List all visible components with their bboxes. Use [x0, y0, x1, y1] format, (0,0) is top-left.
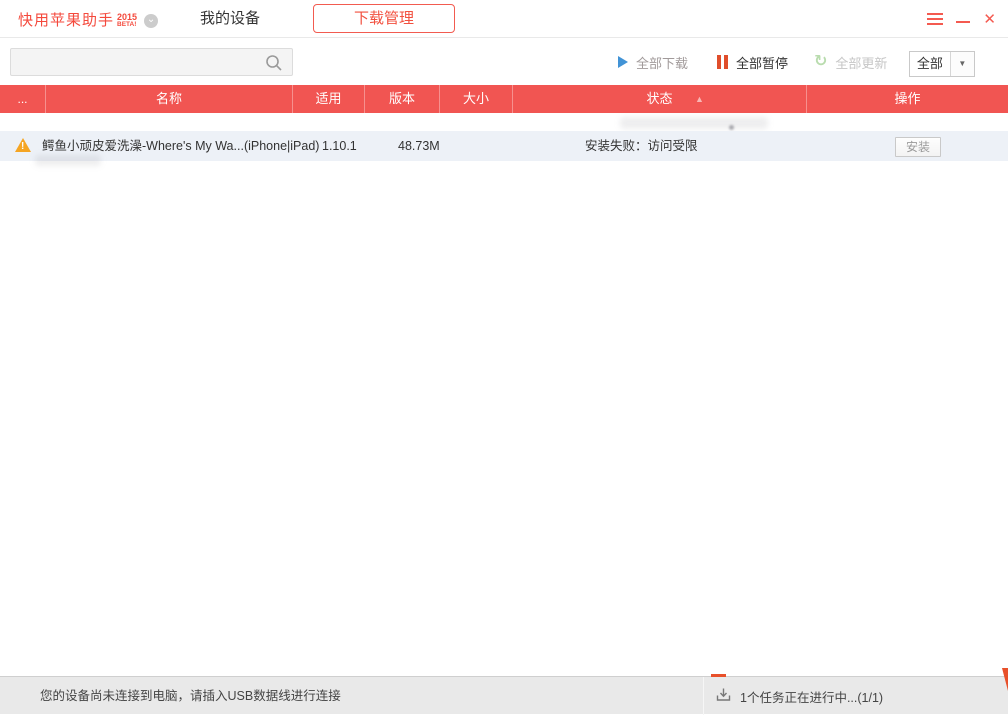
statusbar-divider	[703, 677, 704, 715]
column-header-platform[interactable]: 适用	[293, 85, 365, 113]
download-all-button[interactable]: 全部下载	[618, 39, 688, 85]
warning-icon: !	[15, 138, 31, 152]
app-platform-text: (iPhone|iPad)	[243, 139, 320, 153]
install-button[interactable]: 安装	[895, 137, 941, 157]
sort-ascending-icon[interactable]: ▲	[695, 85, 704, 113]
device-status-message: 您的设备尚未连接到电脑，请插入USB数据线进行连接	[40, 689, 341, 703]
row-status: 安装失败：访问受限	[585, 139, 698, 153]
task-status[interactable]: 1个任务正在进行中...(1/1)	[716, 677, 883, 715]
pause-all-button[interactable]: 全部暂停	[717, 39, 788, 85]
close-icon[interactable]: ✕	[983, 12, 996, 27]
column-header-action[interactable]: 操作	[807, 85, 1008, 113]
chevron-down-icon[interactable]: ▼	[949, 52, 974, 76]
logo-beta-label: BETA!	[117, 20, 137, 28]
table-row[interactable]: ! 鳄鱼小顽皮爱洗澡-Where's My Wa...(iPhone|iPad)…	[0, 131, 1008, 161]
download-all-label: 全部下载	[636, 55, 689, 71]
pause-icon	[717, 55, 728, 69]
column-header-more[interactable]: ...	[0, 85, 46, 113]
app-window: 快用苹果助手 2015 BETA! ⌄ 我的设备 下载管理 ✕ 全部下载 全部暂…	[0, 0, 1008, 715]
update-all-label: 全部更新	[835, 55, 888, 71]
column-header-status[interactable]: 状态 ▲	[513, 85, 807, 113]
tab-my-devices[interactable]: 我的设备	[200, 0, 260, 38]
tab-download-manager[interactable]: 下载管理	[313, 4, 455, 33]
task-message: 1个任务正在进行中...(1/1)	[740, 690, 884, 705]
download-list: ! 鳄鱼小顽皮爱洗澡-Where's My Wa...(iPhone|iPad)…	[0, 113, 1008, 676]
blurred-region	[620, 117, 768, 129]
blurred-region	[35, 155, 101, 166]
download-tray-icon	[716, 687, 731, 705]
column-header-version[interactable]: 版本	[365, 85, 440, 113]
toolbar: 全部下载 全部暂停 ↻ 全部更新 全部 ▼	[0, 39, 1008, 85]
filter-selected-value: 全部	[916, 56, 943, 71]
row-version: 1.10.1	[322, 139, 357, 153]
minimize-icon[interactable]	[956, 21, 971, 23]
column-header-name[interactable]: 名称	[46, 85, 293, 113]
filter-dropdown[interactable]: 全部 ▼	[909, 51, 975, 77]
status-bar: 您的设备尚未连接到电脑，请插入USB数据线进行连接 1个任务正在进行中...(1…	[0, 668, 1008, 715]
app-logo-title: 快用苹果助手	[18, 12, 115, 29]
search-input[interactable]	[19, 51, 259, 73]
search-box[interactable]	[10, 48, 293, 76]
refresh-icon: ↻	[814, 53, 828, 70]
menu-icon[interactable]	[927, 13, 944, 25]
search-icon[interactable]	[264, 53, 284, 78]
window-controls: ✕	[927, 0, 996, 38]
play-icon	[618, 56, 628, 68]
app-name-text: 鳄鱼小顽皮爱洗澡-Where's My Wa...	[42, 139, 244, 153]
row-size: 48.73M	[398, 139, 440, 153]
pause-all-label: 全部暂停	[736, 55, 789, 71]
column-header-size[interactable]: 大小	[440, 85, 513, 113]
status-header-label: 状态	[646, 91, 673, 106]
app-logo: 快用苹果助手 2015 BETA! ⌄	[18, 9, 159, 30]
blurred-dot	[729, 125, 734, 130]
update-all-button[interactable]: ↻ 全部更新	[814, 39, 887, 85]
app-logo-version: 2015 BETA!	[117, 12, 137, 29]
chevron-down-icon[interactable]: ⌄	[144, 13, 159, 28]
title-bar: 快用苹果助手 2015 BETA! ⌄ 我的设备 下载管理 ✕	[0, 0, 1008, 38]
table-header: ... 名称 适用 版本 大小 状态 ▲ 操作	[0, 85, 1008, 113]
corner-flag-marker	[1002, 668, 1008, 691]
